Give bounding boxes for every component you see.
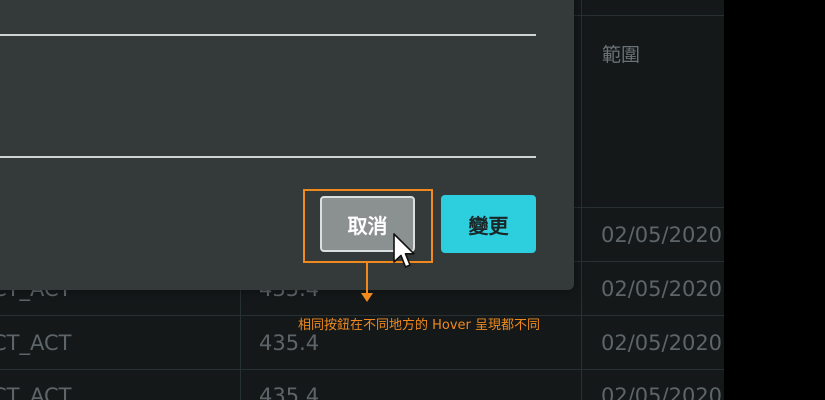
table-cell-value: 435.4 [259, 384, 320, 400]
table-cell-value: 435.4 [259, 331, 320, 355]
table-cell-date: 02/05/2020 [601, 223, 723, 247]
table-cell-date: 02/05/2020 [601, 384, 723, 400]
table-cell-date: 02/05/2020 [601, 331, 723, 355]
row-divider [0, 369, 724, 370]
mouse-pointer-icon [393, 233, 415, 268]
arrow-down-icon [361, 293, 373, 302]
change-button[interactable]: 變更 [441, 195, 536, 253]
input-underline [0, 34, 536, 36]
annotation-arrow-line [366, 261, 368, 295]
column-header-range: 範圍 [602, 44, 641, 66]
annotation-note: 相同按鈕在不同地方的 Hover 呈現都不同 [298, 318, 541, 333]
table-cell-code: CT_ACT [0, 331, 72, 355]
column-divider [581, 0, 582, 400]
table-cell-date: 02/05/2020 [601, 277, 723, 301]
input-underline [0, 156, 536, 158]
edit-dialog: 取消 變更 [0, 0, 574, 290]
table-cell-code: CT_ACT [0, 384, 72, 400]
